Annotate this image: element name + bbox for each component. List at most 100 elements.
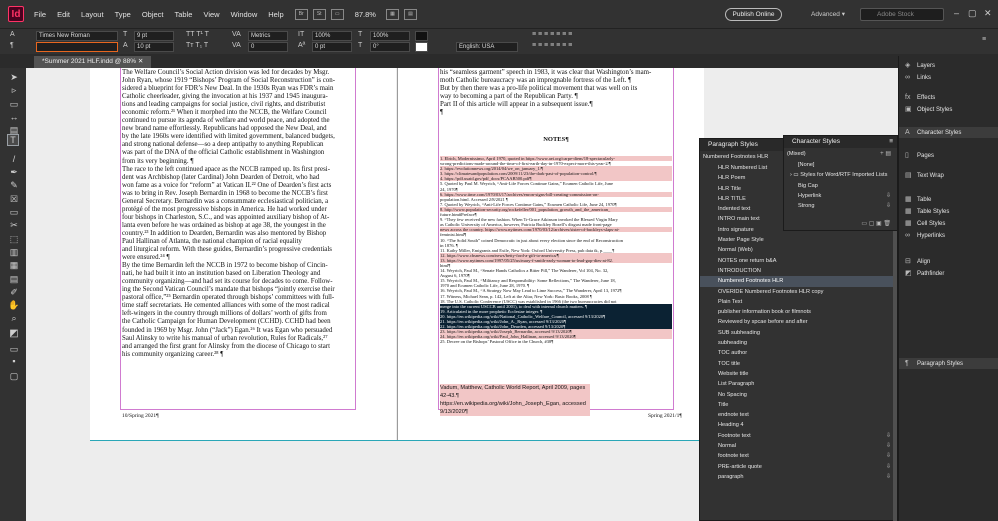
screen-mode-icon[interactable]: ▦ [385, 8, 399, 20]
paragraph-style-item[interactable]: Footnote text ⇩ [700, 431, 897, 441]
paragraph-style-item[interactable]: Numbered Footnotes HLR [700, 276, 897, 287]
character-styles-menu-icon[interactable]: ≡ [889, 136, 893, 148]
menu-table[interactable]: Table [175, 10, 193, 19]
paragraph-style-item[interactable]: Master Page Style [700, 235, 897, 245]
document-tab[interactable]: *Summer 2021 HLF.indd @ 88% ✕ [34, 56, 152, 68]
fill-stroke-icon[interactable]: ◩ [8, 328, 20, 339]
dock-item-text-wrap[interactable]: ▤ Text Wrap [905, 170, 944, 181]
menu-window[interactable]: Window [231, 10, 258, 19]
close-tab-icon[interactable]: ✕ [138, 58, 143, 65]
note-tool-icon[interactable]: ▤ [8, 274, 20, 285]
dock-item-pathfinder[interactable]: ◩ Pathfinder [905, 268, 944, 279]
kerning-field[interactable]: Metrics [248, 31, 288, 41]
skew-field[interactable]: 0° [370, 42, 410, 52]
screen-mode-tool-icon[interactable]: ▢ [8, 371, 20, 382]
page-tool-icon[interactable]: ▭ [8, 99, 20, 110]
font-family-field[interactable]: Times New Roman [36, 31, 118, 41]
zoom-tool-icon[interactable]: ⌕ [8, 313, 20, 324]
menu-file[interactable]: File [34, 10, 46, 19]
dock-item-align[interactable]: ⊟ Align [905, 256, 930, 267]
dock-item-links[interactable]: ∞ Links [905, 72, 931, 83]
paragraph-style-item[interactable]: Plain Text [700, 297, 897, 307]
menu-type[interactable]: Type [115, 10, 131, 19]
eyedropper-tool-icon[interactable]: ✐ [8, 287, 20, 298]
gap-tool-icon[interactable]: ↔ [8, 112, 20, 122]
character-style-big-cap[interactable]: Big Cap [784, 181, 897, 191]
paragraph-style-item[interactable]: Normal ⇩ [700, 441, 897, 451]
fill-swatch[interactable] [415, 31, 428, 41]
small-caps-icon[interactable]: Tт T₁ T [186, 42, 208, 49]
paragraph-align-icon[interactable]: ≡ ≡ ≡ ≡ ≡ ≡ ≡ [532, 31, 572, 38]
language-field[interactable]: English: USA [456, 42, 518, 52]
horizontal-scale-field[interactable]: 100% [370, 31, 410, 41]
menu-layout[interactable]: Layout [81, 10, 104, 19]
paragraph-style-item[interactable]: Heading 4 [700, 420, 897, 430]
character-styles-header[interactable]: Character Styles ≡ [784, 136, 897, 148]
paragraph-style-item[interactable]: PRE-article quote ⇩ [700, 462, 897, 472]
menu-view[interactable]: View [203, 10, 219, 19]
notes-list[interactable]: 1. Elrich, Modernissimo, April 1970, quo… [440, 156, 672, 399]
paragraph-formatting-icon[interactable]: ¶ [10, 42, 14, 49]
notes-tail[interactable]: Vadum, Matthew, Catholic World Report, A… [440, 384, 590, 416]
publish-online-button[interactable]: Publish Online [725, 8, 782, 21]
paragraph-style-item[interactable]: Reviewed by spcae before and after [700, 317, 897, 327]
pencil-tool-icon[interactable]: ✎ [8, 180, 20, 191]
dock-item-hyperlinks[interactable]: ∞ Hyperlinks [905, 230, 945, 241]
maximize-icon[interactable]: ▢ [968, 8, 977, 19]
character-style-none[interactable]: [None] [784, 160, 897, 170]
gradient-swatch-tool-icon[interactable]: ▥ [8, 247, 20, 258]
paragraph-style-item[interactable]: NOTES one return b&A [700, 256, 897, 266]
dock-item-effects[interactable]: fx Effects [905, 92, 935, 103]
apply-color-icon[interactable]: ▪ [8, 356, 20, 366]
type-tool-icon[interactable]: T [7, 134, 19, 146]
dock-item-object-styles[interactable]: ▣ Object Styles [905, 104, 952, 115]
direct-selection-tool-icon[interactable]: ▹ [8, 85, 20, 96]
formatting-affects-container-icon[interactable]: ▭ [8, 344, 20, 355]
right-column-text[interactable]: his “seamless garment” speech in 1983, i… [440, 69, 672, 127]
view-options-icon[interactable]: ▭ [330, 8, 344, 20]
paragraph-style-item[interactable]: TOC author [700, 348, 897, 358]
zoom-level[interactable]: 87.8% [355, 10, 376, 19]
paragraph-style-item[interactable]: endnote text [700, 410, 897, 420]
character-style-strong[interactable]: Strong ⇩ [784, 201, 897, 211]
stock-search-input[interactable]: Adobe Stock [860, 8, 944, 21]
paragraph-style-item[interactable]: SUB subheading [700, 328, 897, 338]
free-transform-tool-icon[interactable]: ⬚ [8, 234, 20, 245]
character-styles-footer-icons[interactable]: ▭ ▢ ▣ 🗑 [861, 220, 891, 227]
vertical-scale-field[interactable]: 100% [312, 31, 352, 41]
leading-field[interactable]: 10 pt [134, 42, 174, 52]
font-style-field[interactable] [36, 42, 118, 52]
paragraph-style-item[interactable]: Website title [700, 369, 897, 379]
workspace-switcher[interactable]: Advanced ▾ [811, 10, 845, 18]
bridge-icon[interactable]: Br [294, 8, 308, 20]
menu-edit[interactable]: Edit [57, 10, 70, 19]
paragraph-style-item[interactable]: TOC title [700, 359, 897, 369]
character-style-group[interactable]: › ▭ Styles for Word/RTF Imported Lists [784, 170, 897, 180]
dock-item-character-styles[interactable]: A Character Styles [899, 127, 998, 138]
control-panel-menu-icon[interactable]: ≡ [982, 36, 986, 43]
minimize-icon[interactable]: – [954, 8, 959, 18]
character-formatting-icon[interactable]: A [10, 31, 15, 38]
paragraph-style-item[interactable]: OVERIDE Numbered Footnotes HLR copy [700, 287, 897, 297]
hand-tool-icon[interactable]: ✋ [8, 300, 20, 311]
paragraph-style-item[interactable]: publisher information book or filmnots [700, 307, 897, 317]
paragraph-style-item[interactable]: INTRODUCTION [700, 266, 897, 276]
arrange-documents-icon[interactable]: ▤ [403, 8, 417, 20]
character-style-hyperlink[interactable]: Hyperlink ⇩ [784, 191, 897, 201]
dock-item-paragraph-styles[interactable]: ¶ Paragraph Styles [899, 358, 998, 369]
dock-item-pages[interactable]: ▯ Pages [905, 150, 934, 161]
paragraph-style-item[interactable]: subheading [700, 338, 897, 348]
left-column-text[interactable]: The Welfare Council’s Social Action divi… [122, 69, 354, 409]
menu-object[interactable]: Object [142, 10, 164, 19]
gradient-feather-tool-icon[interactable]: ▦ [8, 260, 20, 271]
rectangle-frame-tool-icon[interactable]: ☒ [8, 194, 20, 205]
baseline-shift-field[interactable]: 0 pt [312, 42, 352, 52]
dock-item-table[interactable]: ▦ Table [905, 194, 931, 205]
paragraph-style-item[interactable]: Normal (Web) [700, 245, 897, 255]
paragraph-style-item[interactable]: paragraph ⇩ [700, 472, 897, 482]
paragraph-style-item[interactable]: footnote text ⇩ [700, 451, 897, 461]
menu-help[interactable]: Help [268, 10, 283, 19]
selection-tool-icon[interactable]: ➤ [8, 72, 20, 83]
rectangle-tool-icon[interactable]: ▭ [8, 207, 20, 218]
close-icon[interactable]: ✕ [984, 8, 992, 19]
